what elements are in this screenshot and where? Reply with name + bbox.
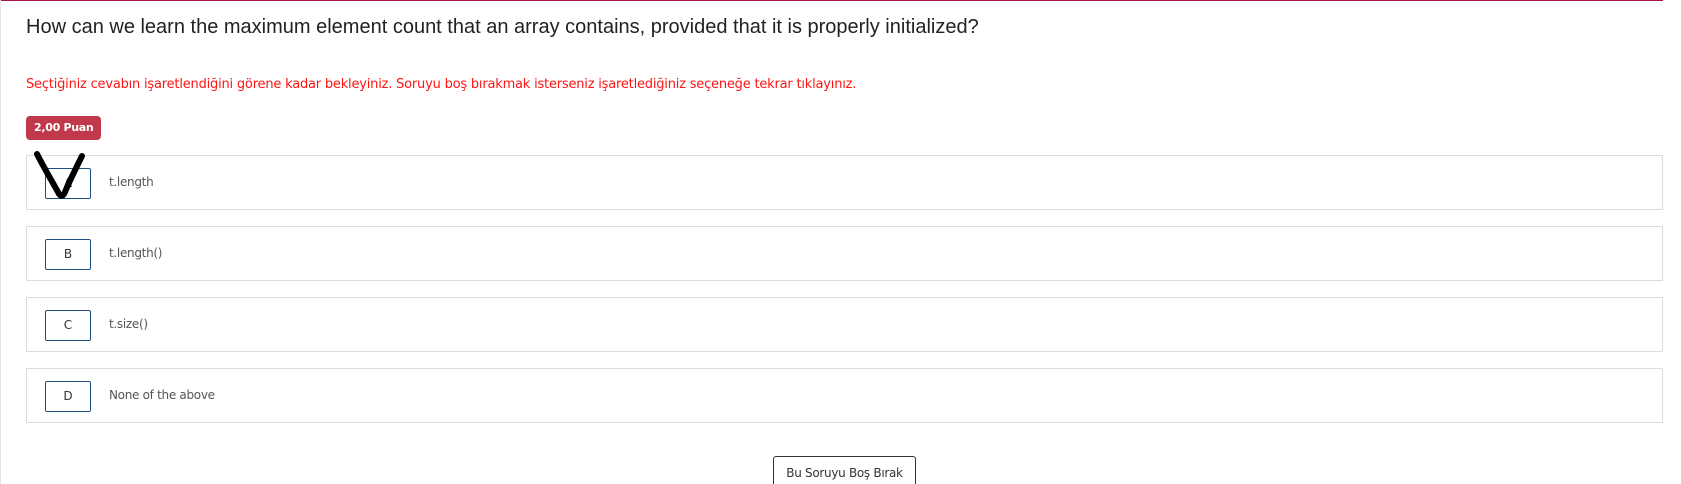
instruction-warning: Seçtiğiniz cevabın işaretlendiğini gören… — [26, 77, 857, 92]
option-a[interactable]: A t.length — [26, 155, 1663, 210]
top-accent-rule — [0, 0, 1663, 1]
option-d[interactable]: D None of the above — [26, 368, 1663, 423]
option-c[interactable]: C t.size() — [26, 297, 1663, 352]
option-letter-a: A — [45, 168, 91, 199]
option-text-d: None of the above — [109, 388, 215, 402]
option-text-c: t.size() — [109, 317, 148, 331]
option-b[interactable]: B t.length() — [26, 226, 1663, 281]
option-letter-c: C — [45, 310, 91, 341]
option-letter-d: D — [45, 381, 91, 412]
option-text-b: t.length() — [109, 246, 163, 260]
left-border-rule — [0, 0, 1, 484]
option-text-a: t.length — [109, 175, 154, 189]
leave-blank-button[interactable]: Bu Soruyu Boş Bırak — [773, 456, 916, 484]
quiz-page: How can we learn the maximum element cou… — [0, 0, 1681, 484]
points-badge: 2,00 Puan — [26, 116, 102, 140]
question-text: How can we learn the maximum element cou… — [26, 16, 979, 38]
option-letter-b: B — [45, 239, 91, 270]
